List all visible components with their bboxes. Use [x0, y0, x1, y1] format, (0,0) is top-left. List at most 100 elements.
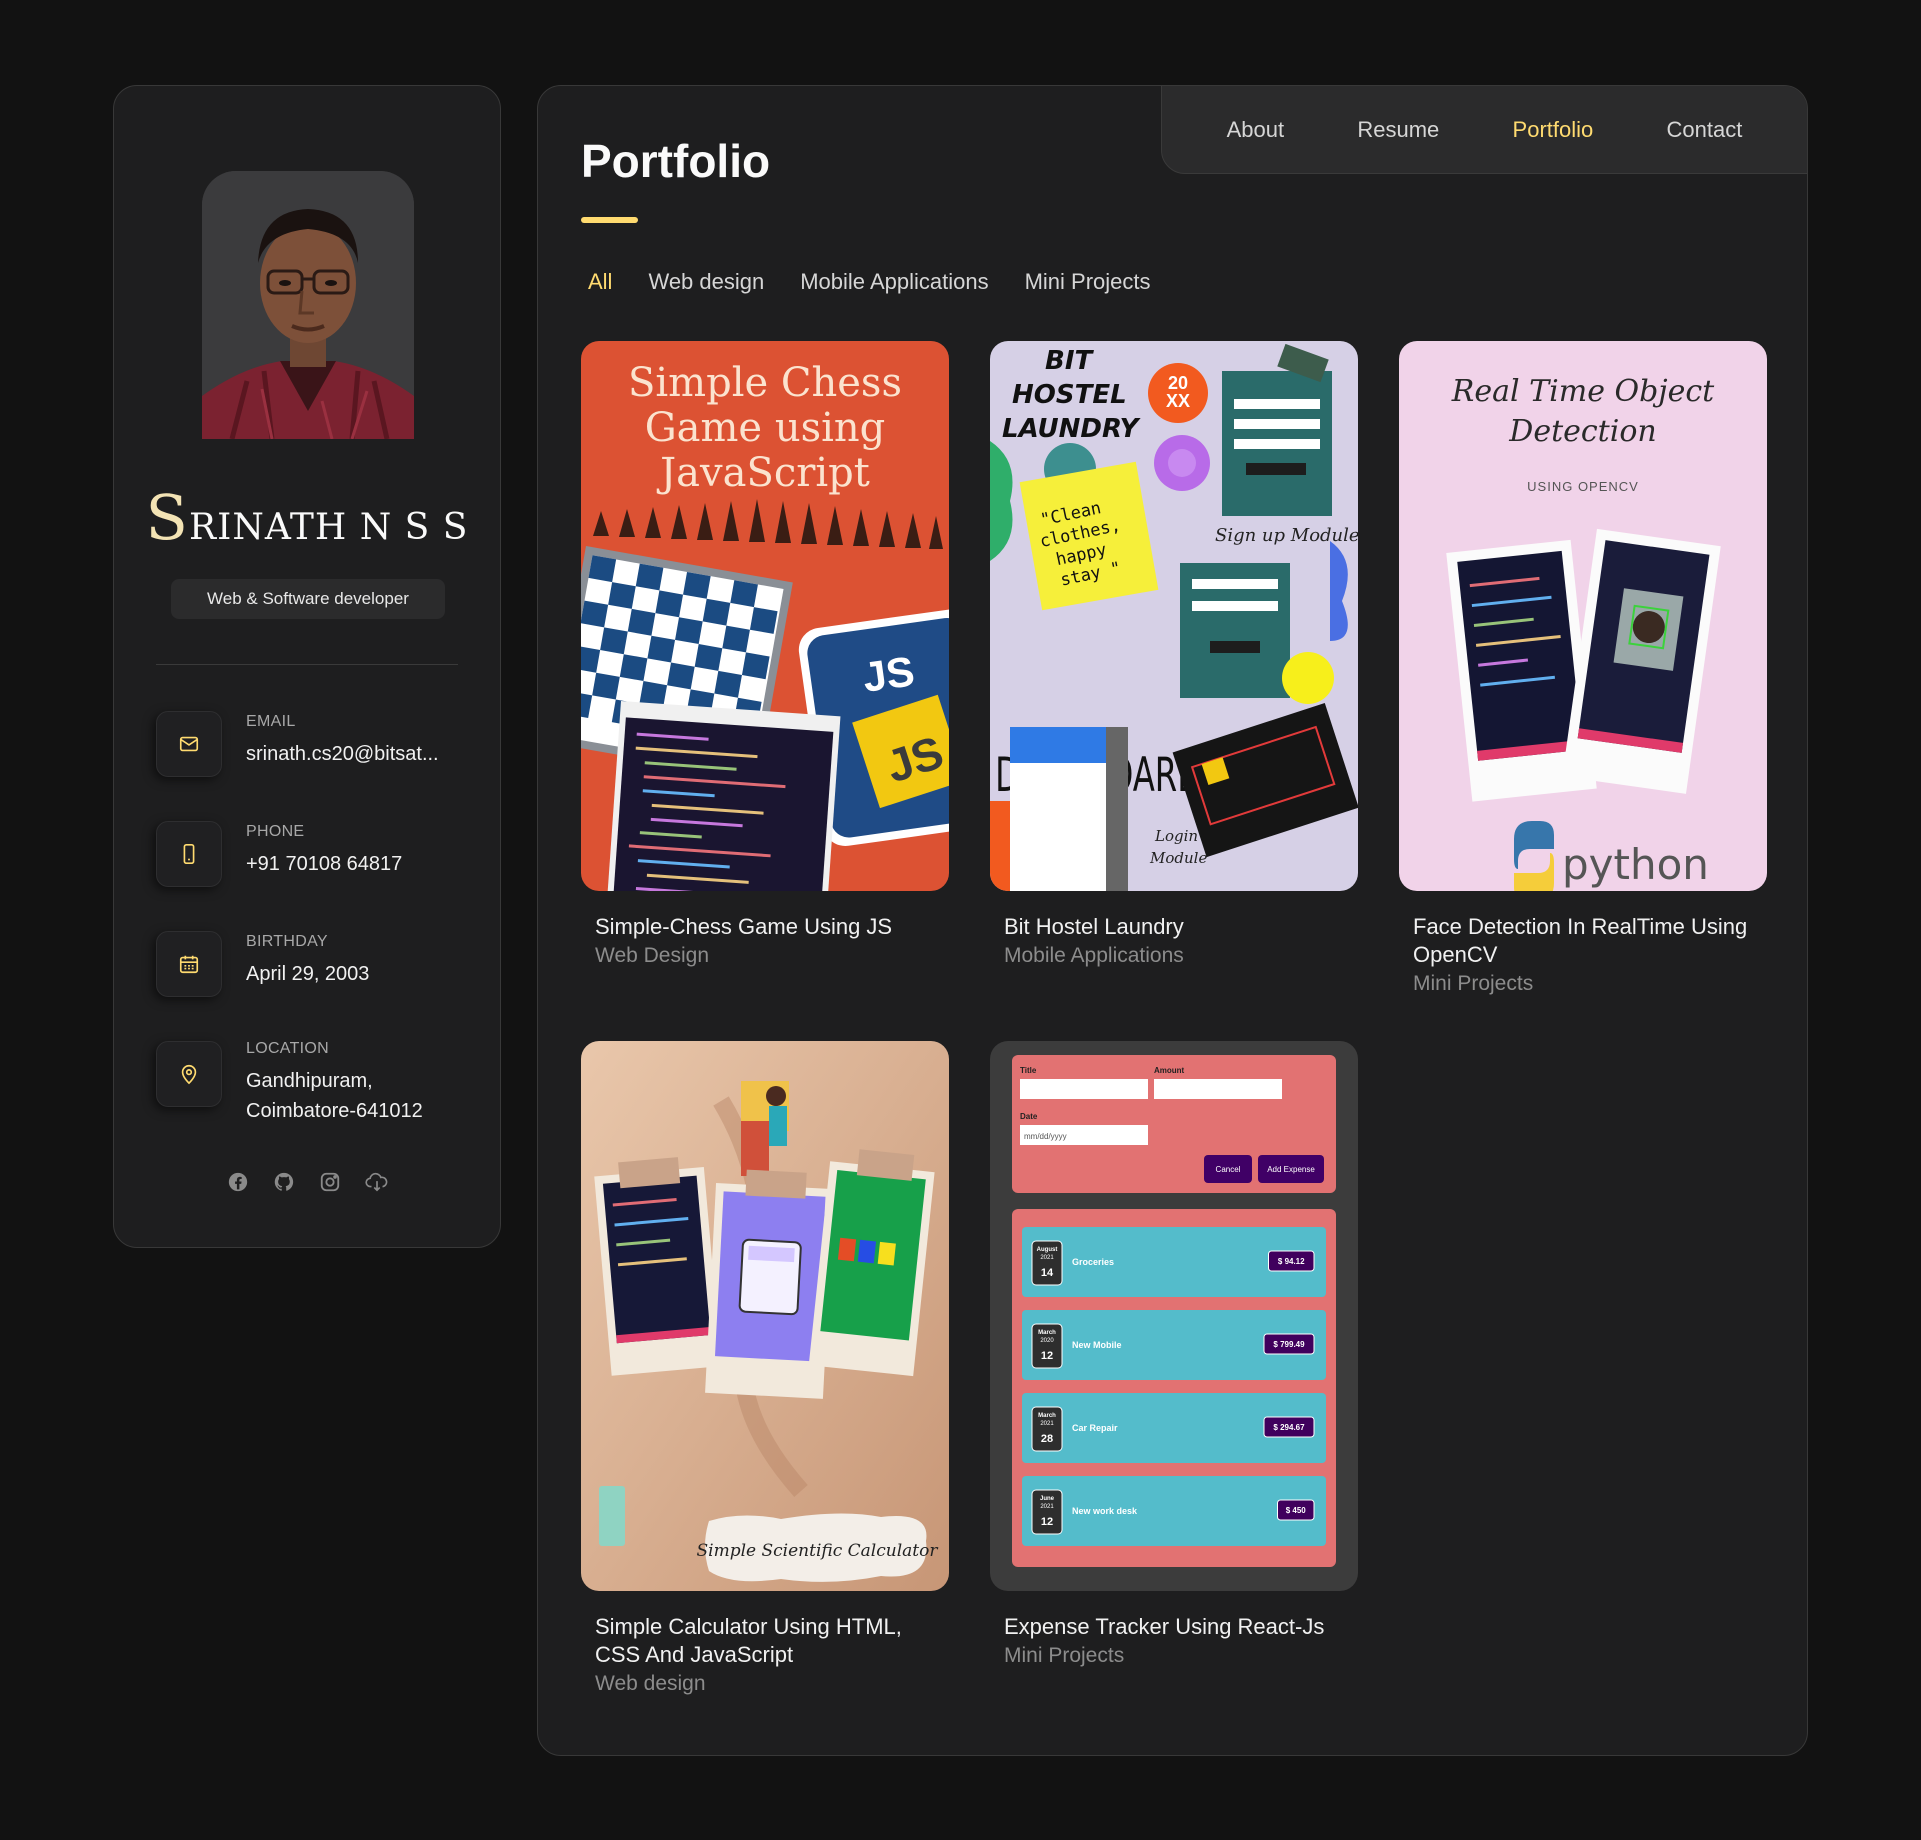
- project-title: Simple Calculator Using HTML, CSS And Jav…: [595, 1614, 902, 1667]
- profile-name: SRINATH N S S: [145, 481, 469, 554]
- laundry-image-line1: BIT: [1045, 346, 1094, 376]
- laundry-login-label2: Module: [1149, 849, 1207, 867]
- project-card-face-detection[interactable]: Real Time Object Detection USING OPENCV: [1399, 341, 1767, 999]
- project-category: Web design: [595, 1672, 706, 1695]
- location-value: Gandhipuram, Coimbatore-641012: [246, 1070, 423, 1122]
- laundry-image-line2: HOSTEL: [1012, 380, 1127, 410]
- expense-name: New work desk: [1072, 1506, 1138, 1516]
- mail-icon: [156, 711, 222, 777]
- expense-amount: $ 94.12: [1278, 1257, 1305, 1266]
- face-image-line1: Real Time Object: [1451, 374, 1715, 409]
- filter-web-design[interactable]: Web design: [648, 269, 764, 295]
- project-category: Web Design: [595, 944, 710, 967]
- nav-resume[interactable]: Resume: [1357, 117, 1439, 143]
- laundry-signup-label: Sign up Module: [1215, 525, 1358, 546]
- expense-month: August: [1037, 1247, 1058, 1253]
- separator: [156, 664, 458, 665]
- social-links: [114, 1171, 500, 1193]
- phone-link[interactable]: +91 70108 64817: [246, 849, 402, 879]
- calendar-icon: [156, 931, 222, 997]
- expense-add-label: Add Expense: [1267, 1165, 1315, 1174]
- python-brand-text: python: [1562, 840, 1709, 889]
- expense-form-date-placeholder: mm/dd/yyyy: [1024, 1132, 1067, 1141]
- nav-portfolio[interactable]: Portfolio: [1513, 117, 1594, 143]
- laundry-image-line3: LAUNDRY: [1002, 414, 1142, 444]
- project-category: Mini Projects: [1004, 1644, 1125, 1667]
- project-title: Bit Hostel Laundry: [1004, 914, 1184, 939]
- chess-image-line1: Simple Chess: [628, 360, 902, 406]
- laundry-badge-line2: XX: [1166, 391, 1190, 411]
- birthday-value: April 29, 2003: [246, 963, 370, 985]
- expense-row: March 2021 28 Car Repair $ 294.67: [1022, 1393, 1326, 1463]
- chess-image-line2: Game using: [645, 405, 886, 451]
- project-card-chess[interactable]: Simple Chess Game using JavaScript JS JS…: [581, 341, 949, 971]
- project-card-laundry[interactable]: BIT HOSTEL LAUNDRY 20 XX "Clean clothes,…: [990, 341, 1358, 971]
- email-link[interactable]: srinath.cs20@bitsat...: [246, 739, 439, 769]
- phone-label: PHONE: [246, 823, 305, 840]
- project-title: Expense Tracker Using React-Js: [1004, 1614, 1325, 1639]
- profile-title: Web & Software developer: [171, 579, 445, 619]
- expense-day: 14: [1041, 1267, 1054, 1279]
- project-category: Mini Projects: [1413, 972, 1534, 995]
- cloud-download-icon[interactable]: [365, 1171, 388, 1193]
- instagram-icon[interactable]: [319, 1171, 341, 1193]
- expense-month: March: [1038, 1413, 1056, 1419]
- nav-contact[interactable]: Contact: [1667, 117, 1743, 143]
- nav-about[interactable]: About: [1227, 117, 1285, 143]
- expense-day: 12: [1041, 1350, 1053, 1362]
- expense-name: Groceries: [1072, 1257, 1114, 1267]
- expense-amount: $ 294.67: [1273, 1423, 1305, 1432]
- project-thumbnail[interactable]: Real Time Object Detection USING OPENCV: [1399, 341, 1767, 891]
- location-pin-icon: [156, 1041, 222, 1107]
- project-title: Simple-Chess Game Using JS: [595, 914, 893, 939]
- project-card-expense-tracker[interactable]: Title Amount Date mm/dd/yyyy Cancel Add …: [990, 1041, 1358, 1671]
- filter-mini-projects[interactable]: Mini Projects: [1025, 269, 1151, 295]
- filter-list: All Web design Mobile Applications Mini …: [588, 269, 1151, 295]
- expense-year: 2021: [1040, 1504, 1054, 1510]
- laundry-login-label: Login: [1154, 827, 1198, 845]
- expense-year: 2021: [1040, 1255, 1054, 1261]
- face-image-sub: USING OPENCV: [1527, 479, 1639, 494]
- filter-mobile-applications[interactable]: Mobile Applications: [800, 269, 988, 295]
- project-title: Face Detection In RealTime Using OpenCV: [1413, 914, 1748, 967]
- phone-icon: [156, 821, 222, 887]
- facebook-icon[interactable]: [227, 1171, 249, 1193]
- filter-all[interactable]: All: [588, 269, 612, 295]
- chess-image-line3: JavaScript: [656, 450, 870, 496]
- expense-cancel-label: Cancel: [1216, 1165, 1241, 1174]
- project-card-calculator[interactable]: Simple Scientific Calculator Simple Calc…: [581, 1041, 949, 1699]
- expense-amount: $ 450: [1286, 1506, 1307, 1515]
- navbar: About Resume Portfolio Contact: [1161, 86, 1807, 174]
- face-image-line2: Detection: [1508, 414, 1656, 449]
- calc-image-text: Simple Scientific Calculator: [697, 1541, 939, 1561]
- project-thumbnail[interactable]: BIT HOSTEL LAUNDRY 20 XX "Clean clothes,…: [990, 341, 1358, 891]
- expense-name: New Mobile: [1072, 1340, 1122, 1350]
- expense-name: Car Repair: [1072, 1423, 1118, 1433]
- expense-amount: $ 799.49: [1273, 1340, 1305, 1349]
- birthday-label: BIRTHDAY: [246, 933, 328, 950]
- js-badge-text: JS: [860, 647, 917, 701]
- project-category: Mobile Applications: [1004, 944, 1184, 967]
- expense-row: August 2021 14 Groceries $ 94.12: [1022, 1227, 1326, 1297]
- project-thumbnail[interactable]: Simple Scientific Calculator: [581, 1041, 949, 1591]
- project-thumbnail[interactable]: Simple Chess Game using JavaScript JS JS: [581, 341, 949, 891]
- expense-row: June 2021 12 New work desk $ 450: [1022, 1476, 1326, 1546]
- expense-form-amount-label: Amount: [1154, 1066, 1185, 1075]
- github-icon[interactable]: [273, 1171, 295, 1193]
- expense-form-date-label: Date: [1020, 1112, 1038, 1121]
- expense-row: March 2020 12 New Mobile $ 799.49: [1022, 1310, 1326, 1380]
- expense-form-title-label: Title: [1020, 1066, 1037, 1075]
- avatar: [202, 171, 414, 439]
- project-thumbnail[interactable]: Title Amount Date mm/dd/yyyy Cancel Add …: [990, 1041, 1358, 1591]
- title-underline: [581, 217, 638, 223]
- email-label: EMAIL: [246, 713, 296, 730]
- laundry-badge-line1: 20: [1168, 373, 1188, 393]
- expense-year: 2020: [1040, 1338, 1054, 1344]
- page-title: Portfolio: [581, 135, 771, 187]
- sidebar: SRINATH N S S Web & Software developer E…: [113, 85, 501, 1248]
- expense-day: 28: [1041, 1433, 1053, 1445]
- location-label: LOCATION: [246, 1040, 330, 1057]
- expense-year: 2021: [1040, 1421, 1054, 1427]
- expense-month: March: [1038, 1330, 1056, 1336]
- expense-day: 12: [1041, 1516, 1053, 1528]
